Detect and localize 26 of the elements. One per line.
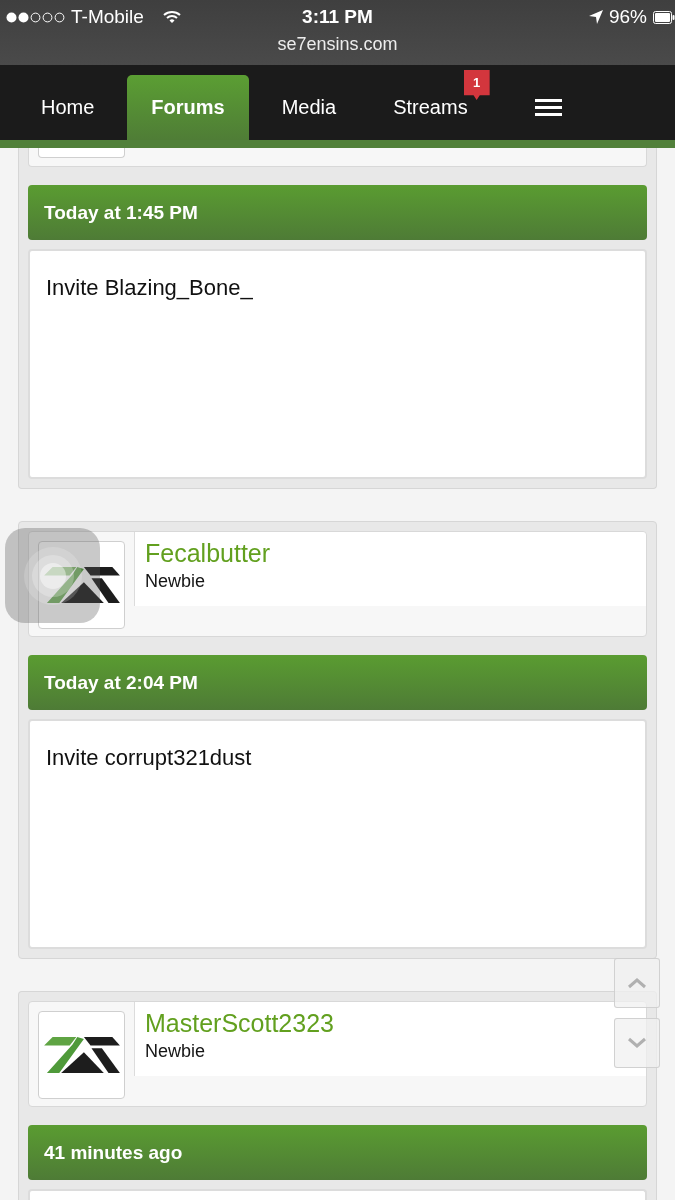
post-date-header: 41 minutes ago (28, 1125, 647, 1180)
carrier-name: T-Mobile (71, 6, 144, 28)
user-rank: Newbie (145, 571, 206, 592)
nav-tab[interactable]: Home (17, 75, 119, 140)
logo-icon (43, 1037, 120, 1073)
user-rank: Newbie (145, 1041, 206, 1062)
notification-badge: 1 (463, 70, 490, 100)
nav-tab[interactable]: Media (257, 75, 361, 140)
menu-icon (534, 99, 562, 116)
logo-icon (43, 567, 120, 603)
chevron-down-icon (627, 1037, 647, 1049)
post-date-header: Today at 2:04 PM (28, 655, 647, 710)
chevron-up-icon (627, 977, 647, 989)
message-text: Invite corrupt321dust (46, 745, 252, 770)
nav-tab[interactable]: Forums (127, 75, 249, 140)
battery-icon (653, 10, 675, 24)
status-time: 3:11 PM (302, 6, 373, 28)
concentric-circles-icon (22, 545, 83, 606)
signal-dots-icon (6, 11, 66, 23)
post-date-header: Today at 1:45 PM (28, 185, 647, 240)
address-url[interactable]: se7ensins.com (277, 34, 398, 55)
message-text: Invite Blazing_Bone_ (46, 275, 253, 300)
assistive-touch-button[interactable] (5, 528, 100, 623)
location-arrow-icon (588, 10, 603, 24)
wifi-icon (162, 10, 181, 24)
battery-percent: 96% (608, 6, 647, 28)
